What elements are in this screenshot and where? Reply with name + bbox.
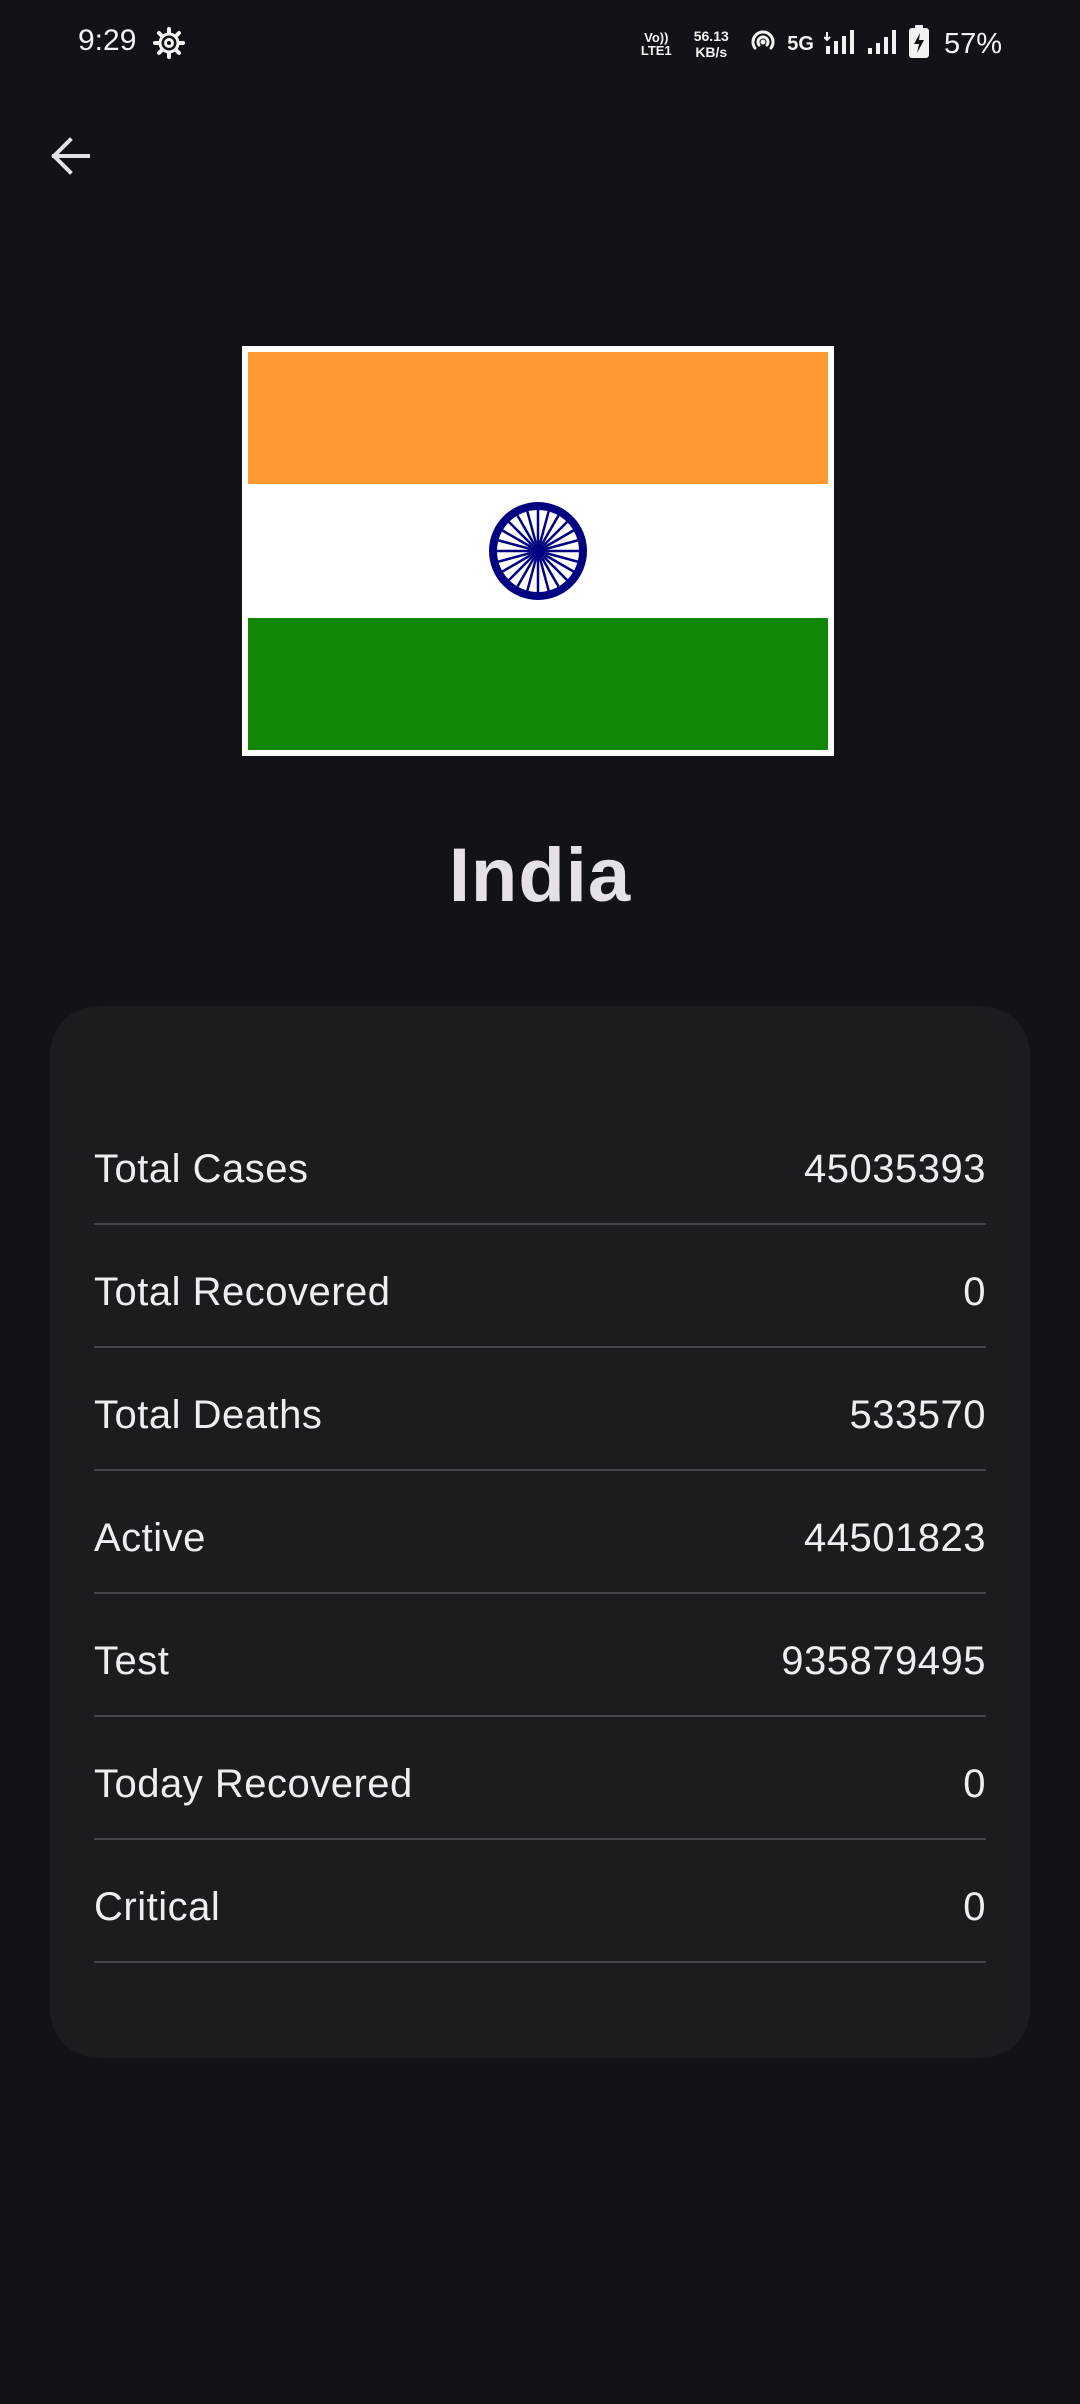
- stat-value: 44501823: [804, 1516, 986, 1560]
- status-time: 9:29: [78, 24, 137, 57]
- stat-row-total-recovered: Total Recovered 0: [94, 1225, 986, 1348]
- battery-charging-icon: [908, 24, 930, 64]
- country-name: India: [448, 833, 632, 918]
- signal-icon-secondary: [866, 28, 898, 61]
- stat-value: 0: [963, 1885, 986, 1929]
- stat-value: 0: [963, 1270, 986, 1314]
- status-icons: Vo)) LTE1 56.13 KB/s 5G 57%: [639, 22, 1002, 66]
- network-type: 5G: [787, 32, 814, 55]
- battery-percentage: 57%: [943, 27, 1002, 60]
- stat-row-active: Active 44501823: [94, 1471, 986, 1594]
- stat-label: Total Deaths: [94, 1393, 323, 1437]
- status-bar: 9:29 Vo)) LTE1 56.13 KB/s 5G 57%: [0, 0, 1080, 90]
- stat-label: Total Cases: [94, 1147, 309, 1191]
- settings-gear-icon: [152, 26, 186, 60]
- back-button[interactable]: [40, 128, 100, 188]
- stat-row-critical: Critical 0: [94, 1840, 986, 1963]
- stat-list: Total Cases 45035393 Total Recovered 0 T…: [94, 1102, 986, 1963]
- stat-label: Total Recovered: [94, 1270, 391, 1314]
- stat-value: 0: [963, 1762, 986, 1806]
- network-speed: 56.13 KB/s: [683, 28, 739, 60]
- arrow-left-icon: [48, 134, 92, 183]
- ashoka-chakra-icon: [489, 502, 587, 600]
- hotspot-icon: [749, 28, 777, 61]
- stat-value: 935879495: [781, 1639, 986, 1683]
- signal-icon: [823, 28, 856, 61]
- stat-label: Test: [94, 1639, 170, 1683]
- stat-row-today-recovered: Today Recovered 0: [94, 1717, 986, 1840]
- country-flag: [242, 346, 834, 756]
- stat-row-total-cases: Total Cases 45035393: [94, 1102, 986, 1225]
- speed-unit: KB/s: [695, 44, 728, 60]
- stat-row-test: Test 935879495: [94, 1594, 986, 1717]
- stat-row-total-deaths: Total Deaths 533570: [94, 1348, 986, 1471]
- stat-value: 45035393: [804, 1147, 986, 1191]
- volte-line2: LTE1: [640, 43, 672, 58]
- stat-label: Active: [94, 1516, 206, 1560]
- stat-label: Critical: [94, 1885, 221, 1929]
- stat-value: 533570: [849, 1393, 986, 1437]
- volte-indicator: Vo)) LTE1: [639, 31, 673, 57]
- speed-value: 56.13: [693, 28, 729, 44]
- stats-card: Total Cases 45035393 Total Recovered 0 T…: [50, 1006, 1030, 2058]
- stat-label: Today Recovered: [94, 1762, 413, 1806]
